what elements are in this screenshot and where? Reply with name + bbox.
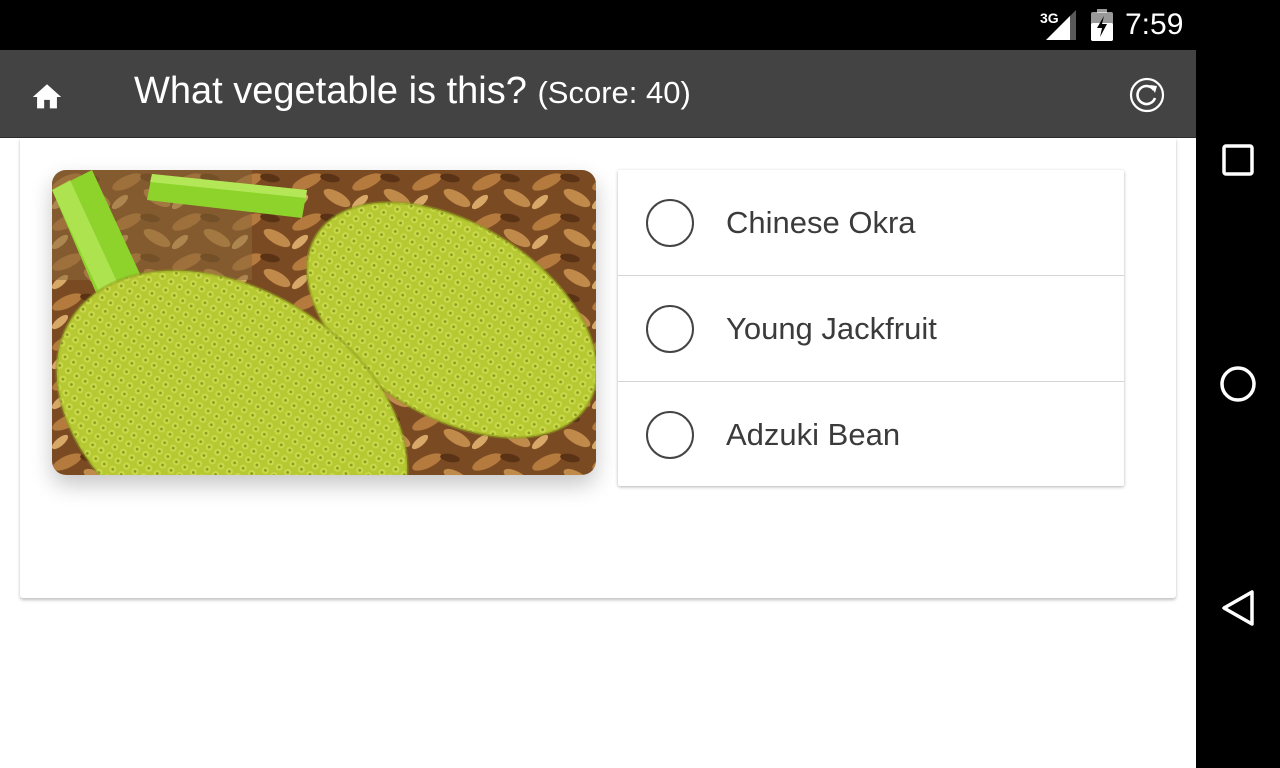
back-button[interactable] bbox=[1214, 584, 1262, 632]
home-button[interactable] bbox=[24, 74, 70, 120]
recents-icon bbox=[1222, 144, 1254, 176]
reset-button[interactable] bbox=[1124, 72, 1170, 118]
back-icon bbox=[1222, 590, 1254, 626]
clock: 7:59 bbox=[1125, 8, 1184, 41]
answer-option[interactable]: Young Jackfruit bbox=[618, 276, 1124, 382]
question-text: What vegetable is this? bbox=[134, 70, 527, 112]
battery-charging-icon bbox=[1091, 9, 1113, 41]
radio-button[interactable] bbox=[646, 304, 694, 353]
answer-options: Chinese Okra Young Jackfruit Adzuki Bean bbox=[618, 170, 1124, 486]
home-circle-icon bbox=[1220, 366, 1256, 402]
answer-label: Young Jackfruit bbox=[726, 310, 937, 346]
vegetable-photo bbox=[52, 170, 596, 475]
score-label: (Score: 40) bbox=[537, 75, 691, 110]
navigation-bar bbox=[1196, 0, 1280, 768]
answer-option[interactable]: Chinese Okra bbox=[618, 170, 1124, 276]
answer-option[interactable]: Adzuki Bean bbox=[618, 382, 1124, 488]
home-nav-button[interactable] bbox=[1214, 360, 1262, 408]
recents-button[interactable] bbox=[1214, 136, 1262, 184]
answer-label: Adzuki Bean bbox=[726, 417, 901, 452]
signal-icon bbox=[1046, 10, 1076, 40]
radio-button[interactable] bbox=[646, 411, 694, 459]
app-bar: What vegetable is this? (Score: 40) bbox=[0, 50, 1196, 138]
refresh-icon bbox=[1129, 77, 1165, 113]
status-bar: 3G 7:59 bbox=[0, 0, 1196, 50]
home-icon bbox=[32, 84, 62, 109]
page-title: What vegetable is this? (Score: 40) bbox=[134, 70, 691, 113]
answer-label: Chinese Okra bbox=[726, 204, 916, 240]
radio-button[interactable] bbox=[646, 198, 694, 247]
